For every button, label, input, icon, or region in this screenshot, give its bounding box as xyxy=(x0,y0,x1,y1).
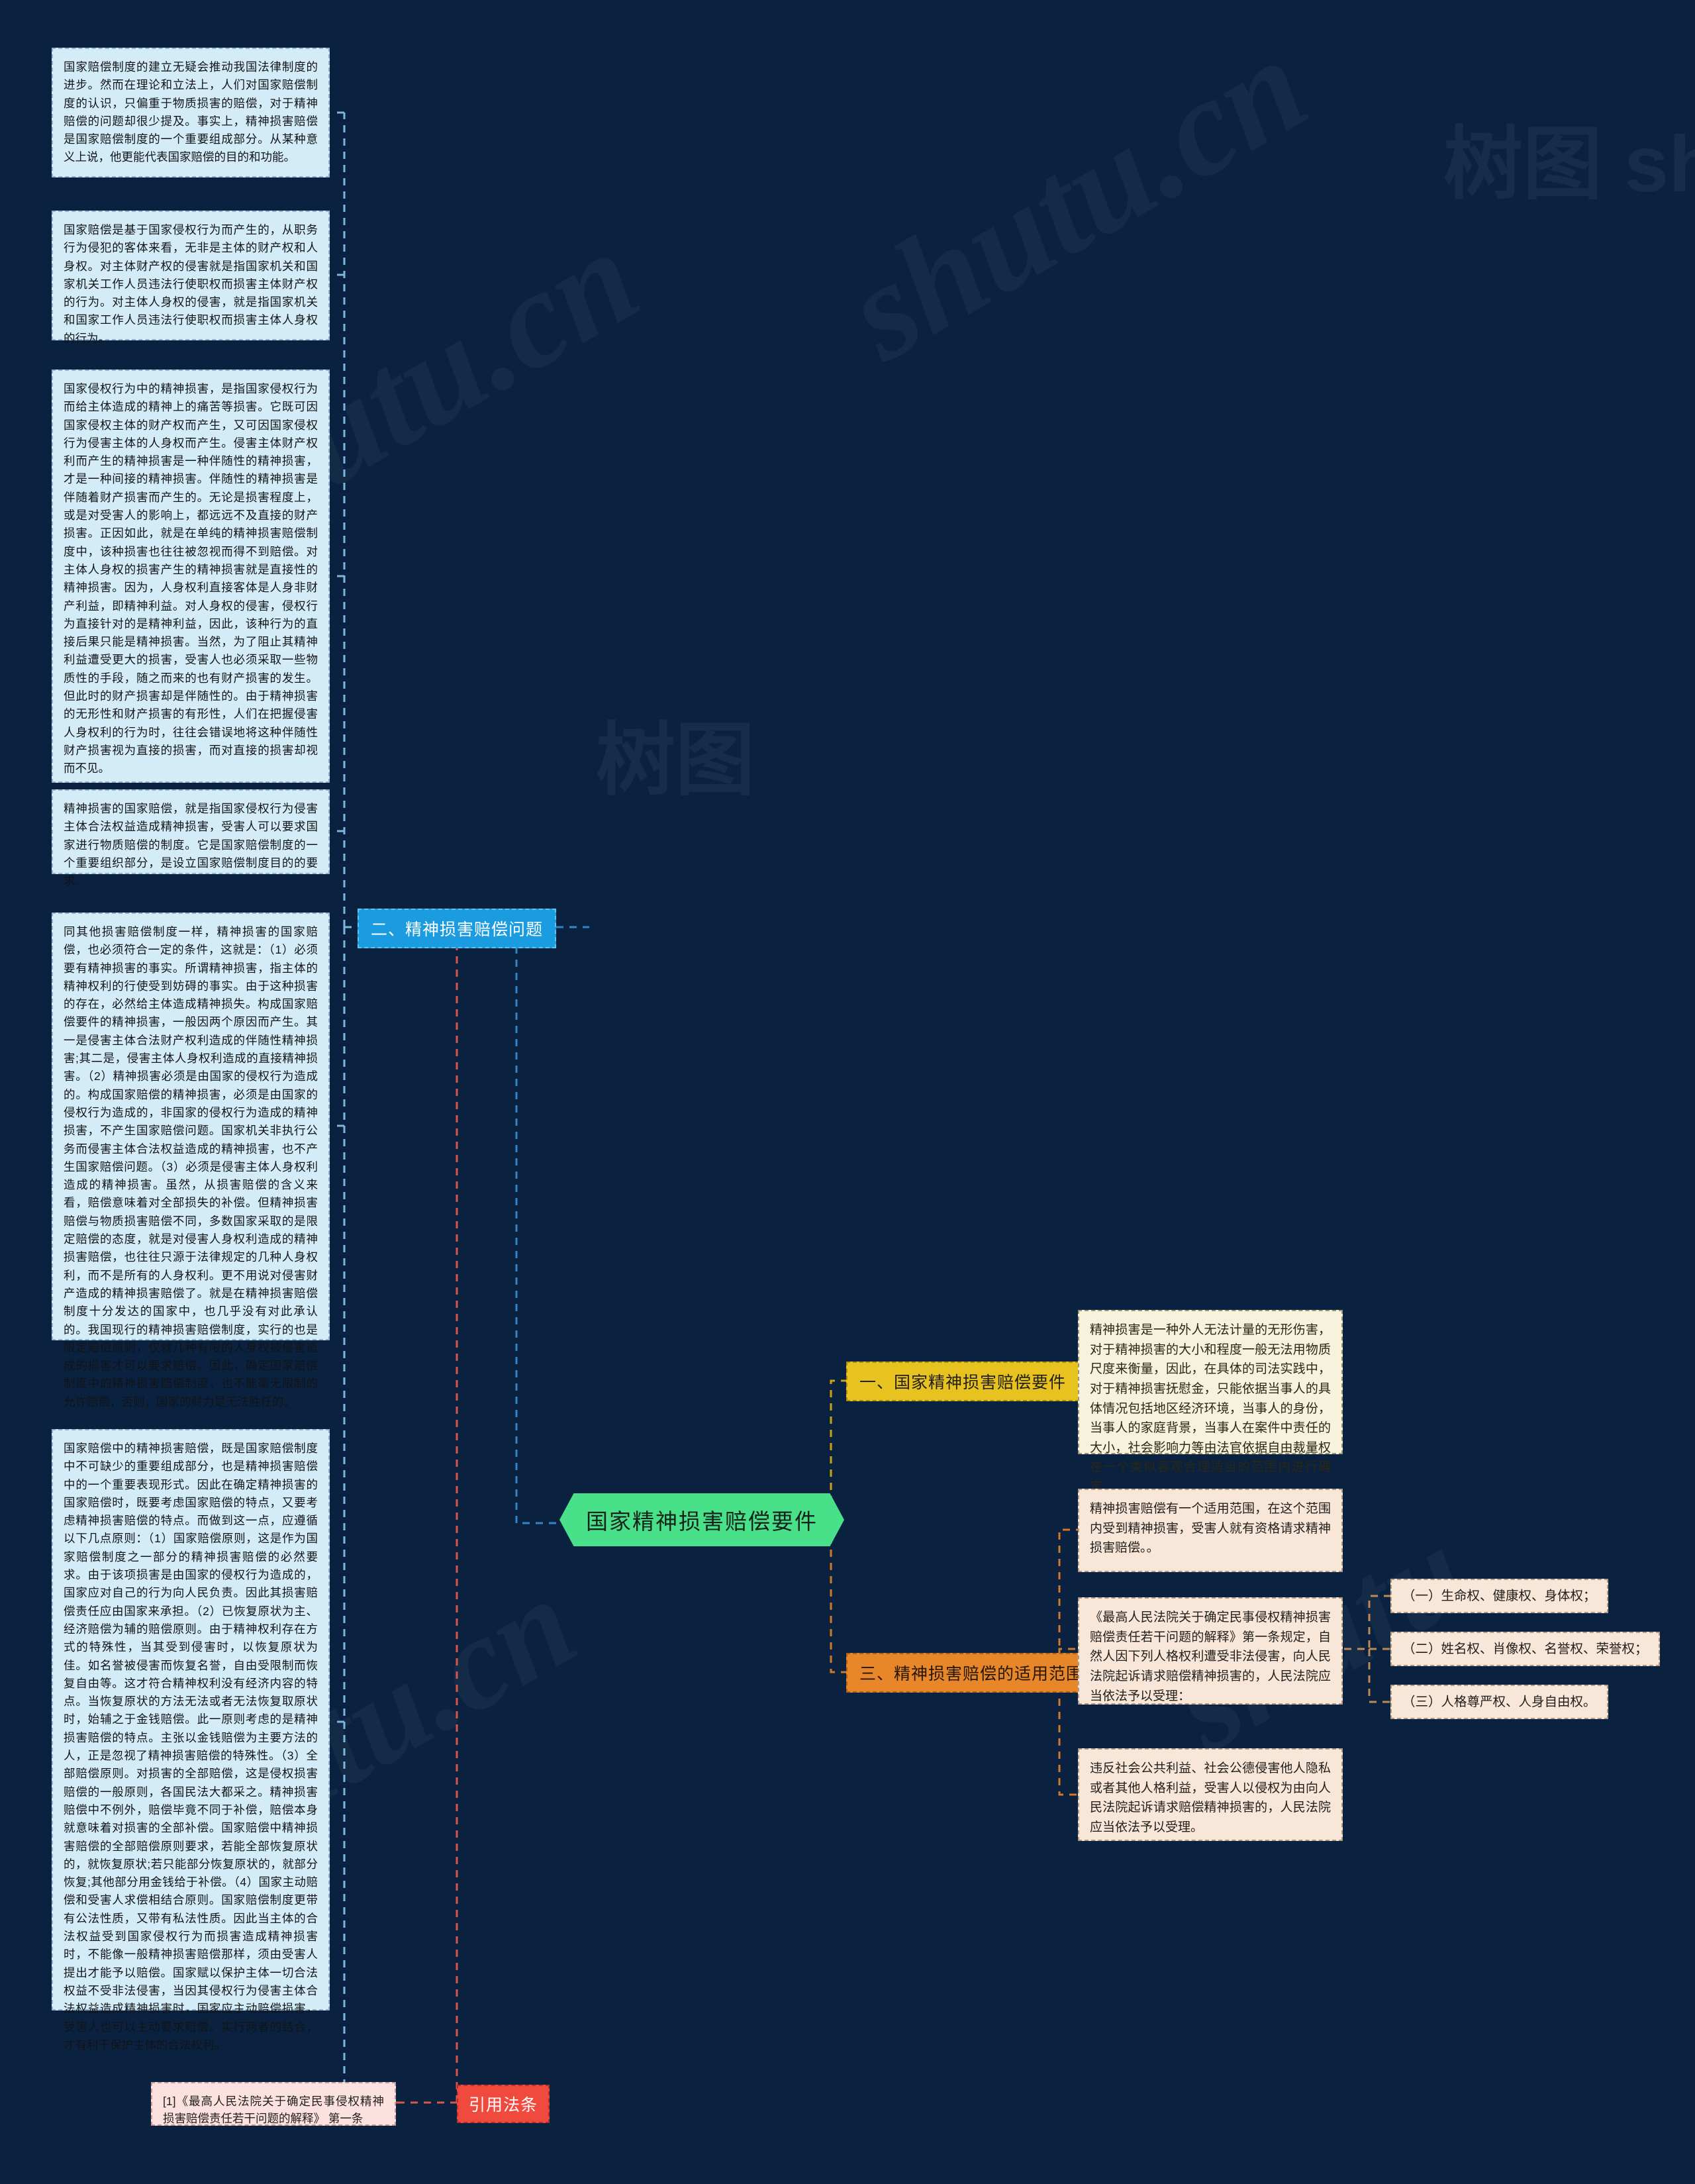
note-card: 《最高人民法院关于确定民事侵权精神损害赔偿责任若干问题的解释》第一条规定，自然人… xyxy=(1078,1597,1343,1705)
central-topic-node[interactable]: 国家精神损害赔偿要件 xyxy=(559,1493,844,1546)
note-card: 国家赔偿制度的建立无疑会推动我国法律制度的进步。然而在理论和立法上，人们对国家赔… xyxy=(52,48,330,177)
topic-node-scope-of-application[interactable]: 三、精神损害赔偿的适用范围 xyxy=(846,1653,1097,1693)
citation-note: [1]《最高人民法院关于确定民事侵权精神损害赔偿责任若干问题的解释》 第一条 xyxy=(151,2082,396,2126)
note-card: 精神损害的国家赔偿，就是指国家侵权行为侵害主体合法权益造成精神损害，受害人可以要… xyxy=(52,789,330,887)
note-card: 精神损害赔偿有一个适用范围，在这个范围内受到精神损害，受害人就有资格请求精神损害… xyxy=(1078,1489,1343,1572)
topic-node-cited-statute[interactable]: 引用法条 xyxy=(457,2085,550,2123)
watermark-logo: 树图 shutu.cn xyxy=(1443,120,1695,209)
watermark-logo: 树图 xyxy=(596,716,755,805)
note-card: 国家赔偿是基于国家侵权行为而产生的，从职务行为侵犯的客体来看，无非是主体的财产权… xyxy=(52,211,330,345)
note-card: 同其他损害赔偿制度一样，精神损害的国家赔偿，也必须符合一定的条件，这就是：（1）… xyxy=(52,913,330,1409)
list-item: （三）人格尊严权、人身自由权。 xyxy=(1390,1685,1608,1720)
note-card: 违反社会公共利益、社会公德侵害他人隐私或者其他人格利益，受害人以侵权为由向人民法… xyxy=(1078,1748,1343,1841)
watermark-text: shutu.cn xyxy=(821,5,1333,393)
note-card: 国家侵权行为中的精神损害，是指国家侵权行为而给主体造成的精神上的痛苦等损害。它既… xyxy=(52,370,330,783)
list-item: （一）生命权、健康权、身体权； xyxy=(1390,1579,1608,1614)
note-card: 国家赔偿中的精神损害赔偿，既是国家赔偿制度中不可缺少的重要组成部分，也是精神损害… xyxy=(52,1429,330,2052)
list-item: （二）姓名权、肖像权、名誉权、荣誉权； xyxy=(1390,1632,1660,1667)
note-card: 精神损害是一种外人无法计量的无形伤害，对于精神损害的大小和程度一般无法用物质尺度… xyxy=(1078,1310,1343,1494)
topic-node-spiritual-damage-compensation[interactable]: 二、精神损害赔偿问题 xyxy=(358,909,557,948)
topic-node-state-compensation-elements[interactable]: 一、国家精神损害赔偿要件 xyxy=(846,1362,1080,1401)
